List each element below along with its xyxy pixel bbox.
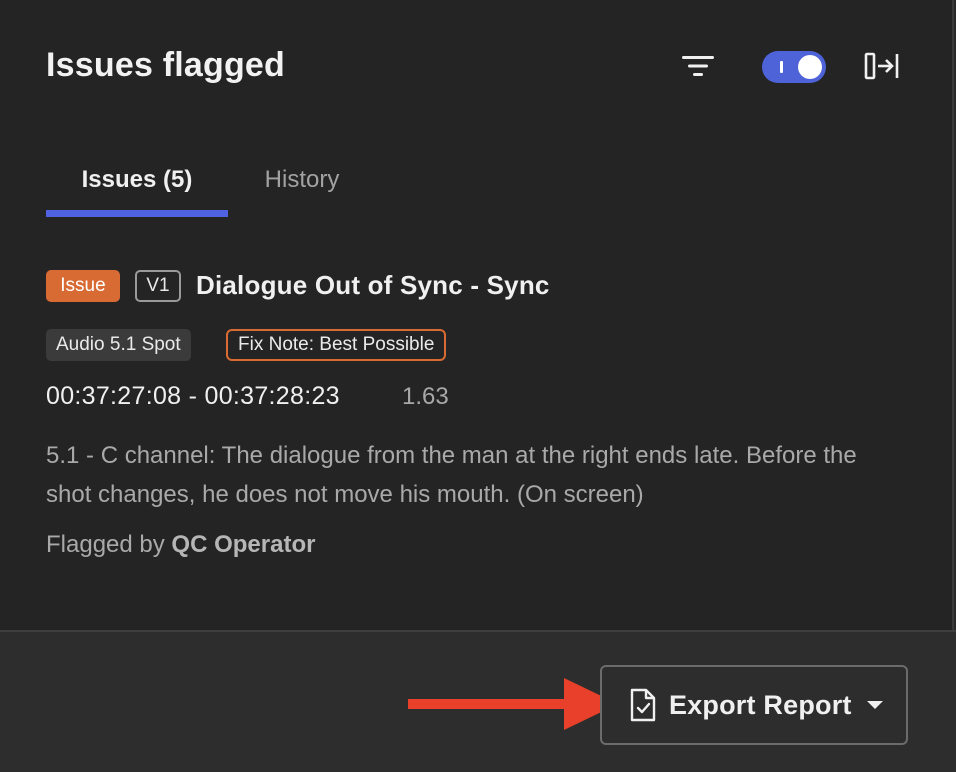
flagged-by-user: QC Operator (171, 531, 316, 558)
flagged-by-prefix: Flagged by (46, 531, 165, 558)
toggle-knob (798, 55, 822, 79)
red-arrow-icon (408, 678, 618, 730)
issue-title[interactable]: Dialogue Out of Sync - Sync (196, 270, 550, 301)
version-badge: V1 (135, 270, 181, 302)
issues-panel: Issues flagged Issues (5) History Issue … (0, 0, 954, 630)
flagged-by: Flagged by QC Operator (46, 531, 315, 559)
collapse-panel-icon[interactable] (864, 50, 900, 82)
fix-note-tag: Fix Note: Best Possible (226, 329, 447, 361)
issue-type-badge: Issue (46, 270, 120, 302)
issue-timecode: 00:37:27:08 - 00:37:28:23 (46, 382, 340, 410)
tab-history[interactable]: History (240, 162, 364, 218)
active-tab-indicator (46, 210, 228, 217)
document-check-icon (630, 688, 656, 722)
filter-icon[interactable] (681, 52, 715, 80)
audio-tag: Audio 5.1 Spot (46, 329, 191, 361)
view-toggle[interactable] (762, 51, 826, 83)
issue-duration: 1.63 (402, 383, 449, 410)
export-report-label: Export Report (669, 689, 852, 720)
panel-title: Issues flagged (46, 46, 285, 84)
issue-description: 5.1 - C channel: The dialogue from the m… (46, 442, 857, 508)
export-report-button[interactable]: Export Report (600, 665, 908, 745)
toggle-on-indicator (780, 61, 783, 73)
caret-down-icon[interactable] (866, 700, 884, 710)
